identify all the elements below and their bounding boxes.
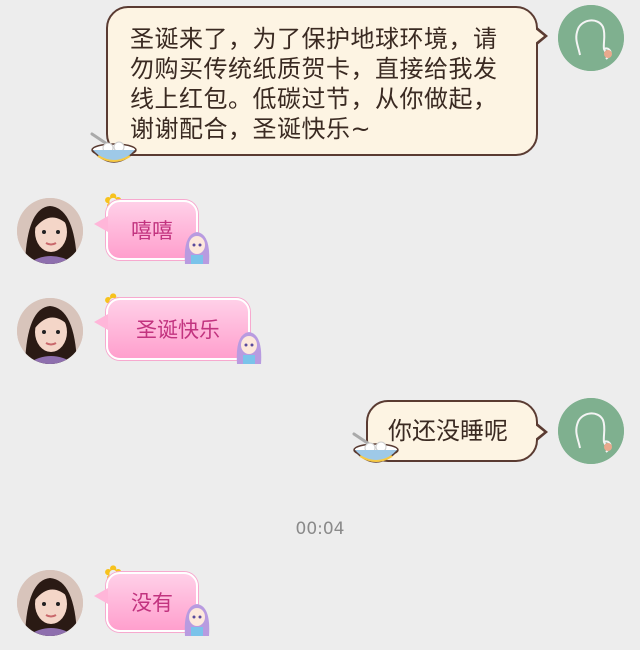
friend-photo-avatar	[17, 198, 83, 264]
tangyuan-bowl-icon	[352, 432, 399, 463]
message-timestamp: 00:04	[295, 519, 345, 539]
message-text: 嘻嘻	[131, 219, 173, 243]
tangyuan-bowl-icon	[90, 132, 137, 163]
friend-avatar[interactable]	[17, 570, 83, 636]
friend-photo-avatar	[17, 298, 83, 364]
friend-photo-avatar	[17, 570, 83, 636]
friend-avatar[interactable]	[17, 298, 83, 364]
anime-girl-sticker-icon	[184, 232, 210, 264]
message-bubble-incoming[interactable]: 圣诞快乐	[94, 298, 250, 360]
message-text: 圣诞快乐	[136, 318, 220, 342]
friend-avatar[interactable]	[17, 198, 83, 264]
silhouette-avatar-icon	[558, 5, 624, 71]
anime-girl-sticker-icon	[236, 332, 262, 364]
silhouette-avatar-icon	[558, 398, 624, 464]
message-text: 圣诞来了，为了保护地球环境，请勿购买传统纸质贺卡，直接给我发线上红包。低碳过节，…	[130, 25, 498, 143]
message-text: 没有	[131, 591, 173, 615]
message-bubble-outgoing[interactable]: 圣诞来了，为了保护地球环境，请勿购买传统纸质贺卡，直接给我发线上红包。低碳过节，…	[106, 6, 548, 156]
anime-girl-sticker-icon	[184, 604, 210, 636]
self-avatar[interactable]	[558, 5, 624, 71]
self-avatar[interactable]	[558, 398, 624, 464]
